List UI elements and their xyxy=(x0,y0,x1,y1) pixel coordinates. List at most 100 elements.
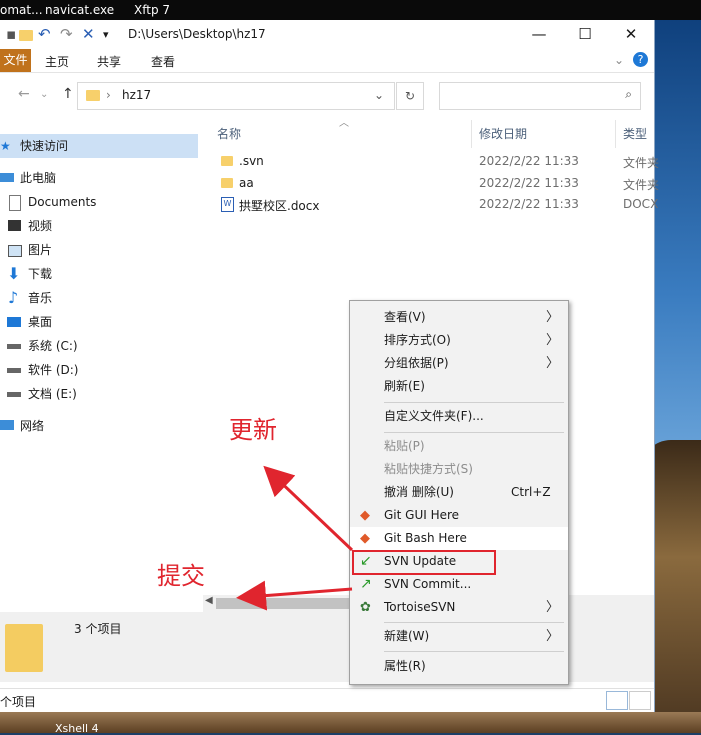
menu-item-label: 刷新(E) xyxy=(384,379,425,393)
sidebar-item-desktop[interactable]: 桌面 xyxy=(0,310,198,334)
taskbar-top: omat... navicat.exe Xftp 7 xyxy=(0,0,701,20)
address-folder: hz17 xyxy=(122,88,152,102)
maximize-button[interactable]: ☐ xyxy=(562,23,608,45)
music-icon: ♪ xyxy=(8,288,19,307)
menu-item-paste[interactable]: 粘贴(P) xyxy=(350,435,568,458)
tab-file[interactable]: 文件 xyxy=(0,49,31,72)
taskbar-item[interactable]: Xftp 7 xyxy=(134,3,170,17)
menu-item-svn-commit[interactable]: ↗ SVN Commit... xyxy=(350,573,568,596)
menu-item-undo-delete[interactable]: 撤消 删除(U) Ctrl+Z xyxy=(350,481,568,504)
menu-item-sort[interactable]: 排序方式(O) 〉 xyxy=(350,329,568,352)
recent-icon[interactable]: ⌄ xyxy=(40,89,48,100)
column-header-date[interactable]: 修改日期 xyxy=(479,125,527,142)
file-name: 拱墅校区.docx xyxy=(239,199,320,213)
up-icon[interactable]: ↑ xyxy=(62,86,74,102)
search-input[interactable]: ⌕ xyxy=(439,82,641,110)
menu-item-label: TortoiseSVN xyxy=(384,600,456,614)
file-row[interactable]: .svn 2022/2/22 11:33 文件夹 xyxy=(203,151,659,172)
chevron-down-icon[interactable]: ⌄ xyxy=(374,88,384,102)
menu-item-paste-shortcut[interactable]: 粘贴快捷方式(S) xyxy=(350,458,568,481)
chevron-right-icon: 〉 xyxy=(546,356,560,371)
help-icon[interactable]: ? xyxy=(633,52,648,67)
delete-icon[interactable]: ✕ xyxy=(82,25,95,43)
sidebar-item-drive-c[interactable]: 系统 (C:) xyxy=(0,334,198,358)
sidebar-item-network[interactable]: 网络 xyxy=(0,414,198,438)
menu-item-label: 自定义文件夹(F)... xyxy=(384,409,484,423)
sidebar-item-label: 视频 xyxy=(28,219,53,233)
chevron-right-icon: 〉 xyxy=(546,600,560,615)
svn-commit-icon: ↗ xyxy=(360,576,372,592)
git-icon: ◆ xyxy=(360,531,370,546)
menu-item-label: 粘贴(P) xyxy=(384,439,425,453)
sort-arrow-icon: ︿ xyxy=(339,118,349,129)
sidebar-item-drive-e[interactable]: 文档 (E:) xyxy=(0,382,198,406)
menu-item-git-bash[interactable]: ◆ Git Bash Here xyxy=(350,527,568,550)
redo-icon[interactable]: ↷ xyxy=(60,25,73,43)
menu-item-tortoisesvn[interactable]: ✿ TortoiseSVN 〉 xyxy=(350,596,568,619)
menu-item-label: 属性(R) xyxy=(384,659,426,673)
expand-ribbon-icon[interactable]: ⌄ xyxy=(614,53,624,67)
column-divider[interactable] xyxy=(471,120,472,148)
taskbar-bottom: Xshell 4 xyxy=(0,712,701,735)
sidebar-item-documents[interactable]: Documents xyxy=(0,190,198,214)
large-icons-view-icon[interactable] xyxy=(629,691,651,710)
column-header-type[interactable]: 类型 xyxy=(623,125,647,142)
menu-item-refresh[interactable]: 刷新(E) xyxy=(350,375,568,398)
taskbar-item[interactable]: navicat.exe xyxy=(45,3,114,17)
folder-preview-icon xyxy=(5,624,43,672)
column-header-name[interactable]: 名称 xyxy=(217,125,241,142)
menu-item-label: 粘贴快捷方式(S) xyxy=(384,462,473,476)
save-icon[interactable]: ▪ xyxy=(6,25,16,43)
file-row[interactable]: aa 2022/2/22 11:33 文件夹 xyxy=(203,173,659,194)
file-name: .svn xyxy=(239,154,264,168)
documents-icon xyxy=(9,195,21,211)
sidebar-item-label: 网络 xyxy=(20,419,45,433)
svn-update-highlight xyxy=(352,550,496,575)
navigation-pane: ★ 快速访问 此电脑 Documents 视频 图片 ⬇ 下载 ♪ 音乐 桌面 … xyxy=(0,124,198,624)
scroll-left-icon[interactable]: ◀ xyxy=(205,595,213,606)
menu-item-label: 查看(V) xyxy=(384,310,426,324)
back-icon[interactable]: ← xyxy=(18,86,30,102)
tab-view[interactable]: 查看 xyxy=(151,53,175,70)
refresh-button[interactable]: ↻ xyxy=(396,82,424,110)
git-icon: ◆ xyxy=(360,508,370,523)
chevron-right-icon: 〉 xyxy=(546,629,560,644)
tab-home[interactable]: 主页 xyxy=(45,53,69,70)
sidebar-item-drive-d[interactable]: 软件 (D:) xyxy=(0,358,198,382)
menu-separator xyxy=(384,402,564,403)
drive-icon xyxy=(7,368,21,373)
taskbar-item[interactable]: Xshell 4 xyxy=(55,722,99,735)
context-menu: 查看(V) 〉 排序方式(O) 〉 分组依据(P) 〉 刷新(E) 自定义文件夹(F)… xyxy=(349,300,569,685)
sidebar-item-pictures[interactable]: 图片 xyxy=(0,238,198,262)
close-button[interactable]: ✕ xyxy=(608,23,654,45)
file-type: DOCX xyxy=(623,197,659,211)
tab-share[interactable]: 共享 xyxy=(97,53,121,70)
menu-item-properties[interactable]: 属性(R) xyxy=(350,655,568,678)
menu-item-git-gui[interactable]: ◆ Git GUI Here xyxy=(350,504,568,527)
file-date: 2022/2/22 11:33 xyxy=(479,154,579,168)
menu-item-new[interactable]: 新建(W) 〉 xyxy=(350,625,568,648)
sidebar-item-this-pc[interactable]: 此电脑 xyxy=(0,166,198,190)
file-row[interactable]: W 拱墅校区.docx 2022/2/22 11:33 DOCX xyxy=(203,194,658,215)
column-divider[interactable] xyxy=(615,120,616,148)
details-view-icon[interactable] xyxy=(606,691,628,710)
address-bar[interactable]: › hz17 ⌄ xyxy=(77,82,395,110)
sidebar-item-label: 音乐 xyxy=(28,291,53,305)
menu-item-customize[interactable]: 自定义文件夹(F)... xyxy=(350,405,568,428)
folder-icon xyxy=(86,90,100,104)
menu-separator xyxy=(384,622,564,623)
menu-item-label: SVN Commit... xyxy=(384,577,472,591)
customize-icon[interactable]: ▾ xyxy=(103,28,109,41)
sidebar-item-videos[interactable]: 视频 xyxy=(0,214,198,238)
undo-icon[interactable]: ↶ xyxy=(38,25,51,43)
sidebar-item-quick-access[interactable]: ★ 快速访问 xyxy=(0,134,198,158)
menu-item-view[interactable]: 查看(V) 〉 xyxy=(350,306,568,329)
item-count: 3 个项目 xyxy=(74,622,122,636)
folder-icon xyxy=(221,155,233,169)
menu-item-group[interactable]: 分组依据(P) 〉 xyxy=(350,352,568,375)
minimize-button[interactable]: — xyxy=(516,23,562,45)
sidebar-item-music[interactable]: ♪ 音乐 xyxy=(0,286,198,310)
scrollbar-thumb[interactable] xyxy=(216,598,356,609)
sidebar-item-downloads[interactable]: ⬇ 下载 xyxy=(0,262,198,286)
taskbar-item[interactable]: omat... xyxy=(0,3,43,17)
